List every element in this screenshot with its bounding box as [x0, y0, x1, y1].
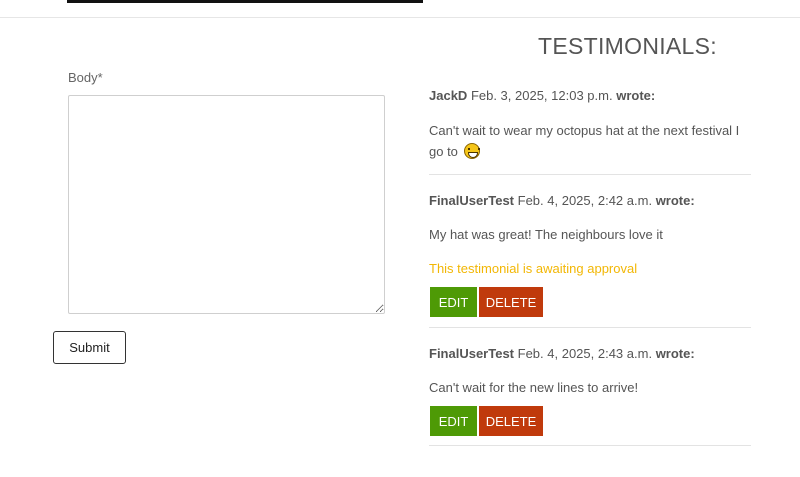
edit-button[interactable]: EDIT [430, 287, 477, 317]
testimonial-body: Can't wait for the new lines to arrive! [429, 380, 639, 395]
body-field-label: Body* [68, 70, 103, 85]
testimonial-date: Feb. 3, 2025, 12:03 p.m. [470, 88, 613, 103]
wrote-label: wrote: [655, 346, 695, 361]
testimonial-item: FinalUserTest Feb. 4, 2025, 2:43 a.m. wr… [429, 328, 751, 446]
testimonial-author: FinalUserTest [429, 193, 515, 208]
testimonial-item: FinalUserTest Feb. 4, 2025, 2:42 a.m. wr… [429, 175, 751, 328]
testimonial-header: FinalUserTest Feb. 4, 2025, 2:42 a.m. wr… [429, 193, 695, 208]
submit-button[interactable]: Submit [53, 331, 126, 364]
testimonial-header: FinalUserTest Feb. 4, 2025, 2:43 a.m. wr… [429, 346, 695, 361]
testimonial-date: Feb. 4, 2025, 2:43 a.m. [517, 346, 653, 361]
awaiting-approval-notice: This testimonial is awaiting approval [429, 261, 638, 276]
wrote-label: wrote: [655, 193, 695, 208]
top-navbar [0, 0, 800, 18]
navbar-bottom-strip [67, 0, 423, 3]
testimonial-body: My hat was great! The neighbours love it [429, 227, 663, 242]
testimonial-actions: EDIT DELETE [430, 406, 543, 436]
testimonial-item: JackD Feb. 3, 2025, 12:03 p.m. wrote: Ca… [429, 85, 751, 175]
edit-button[interactable]: EDIT [430, 406, 477, 436]
delete-button[interactable]: DELETE [479, 406, 543, 436]
wrote-label: wrote: [616, 88, 656, 103]
testimonial-author: JackD [429, 88, 468, 103]
body-textarea[interactable] [68, 95, 385, 314]
testimonial-author: FinalUserTest [429, 346, 515, 361]
testimonials-title: TESTIMONIALS: [538, 33, 717, 59]
testimonial-header: JackD Feb. 3, 2025, 12:03 p.m. wrote: [429, 88, 655, 103]
delete-button[interactable]: DELETE [479, 287, 543, 317]
grinning-face-icon [463, 143, 480, 159]
testimonial-actions: EDIT DELETE [430, 287, 543, 317]
testimonial-date: Feb. 4, 2025, 2:42 a.m. [517, 193, 653, 208]
testimonial-body: Can't wait to wear my octopus hat at the… [429, 120, 751, 162]
